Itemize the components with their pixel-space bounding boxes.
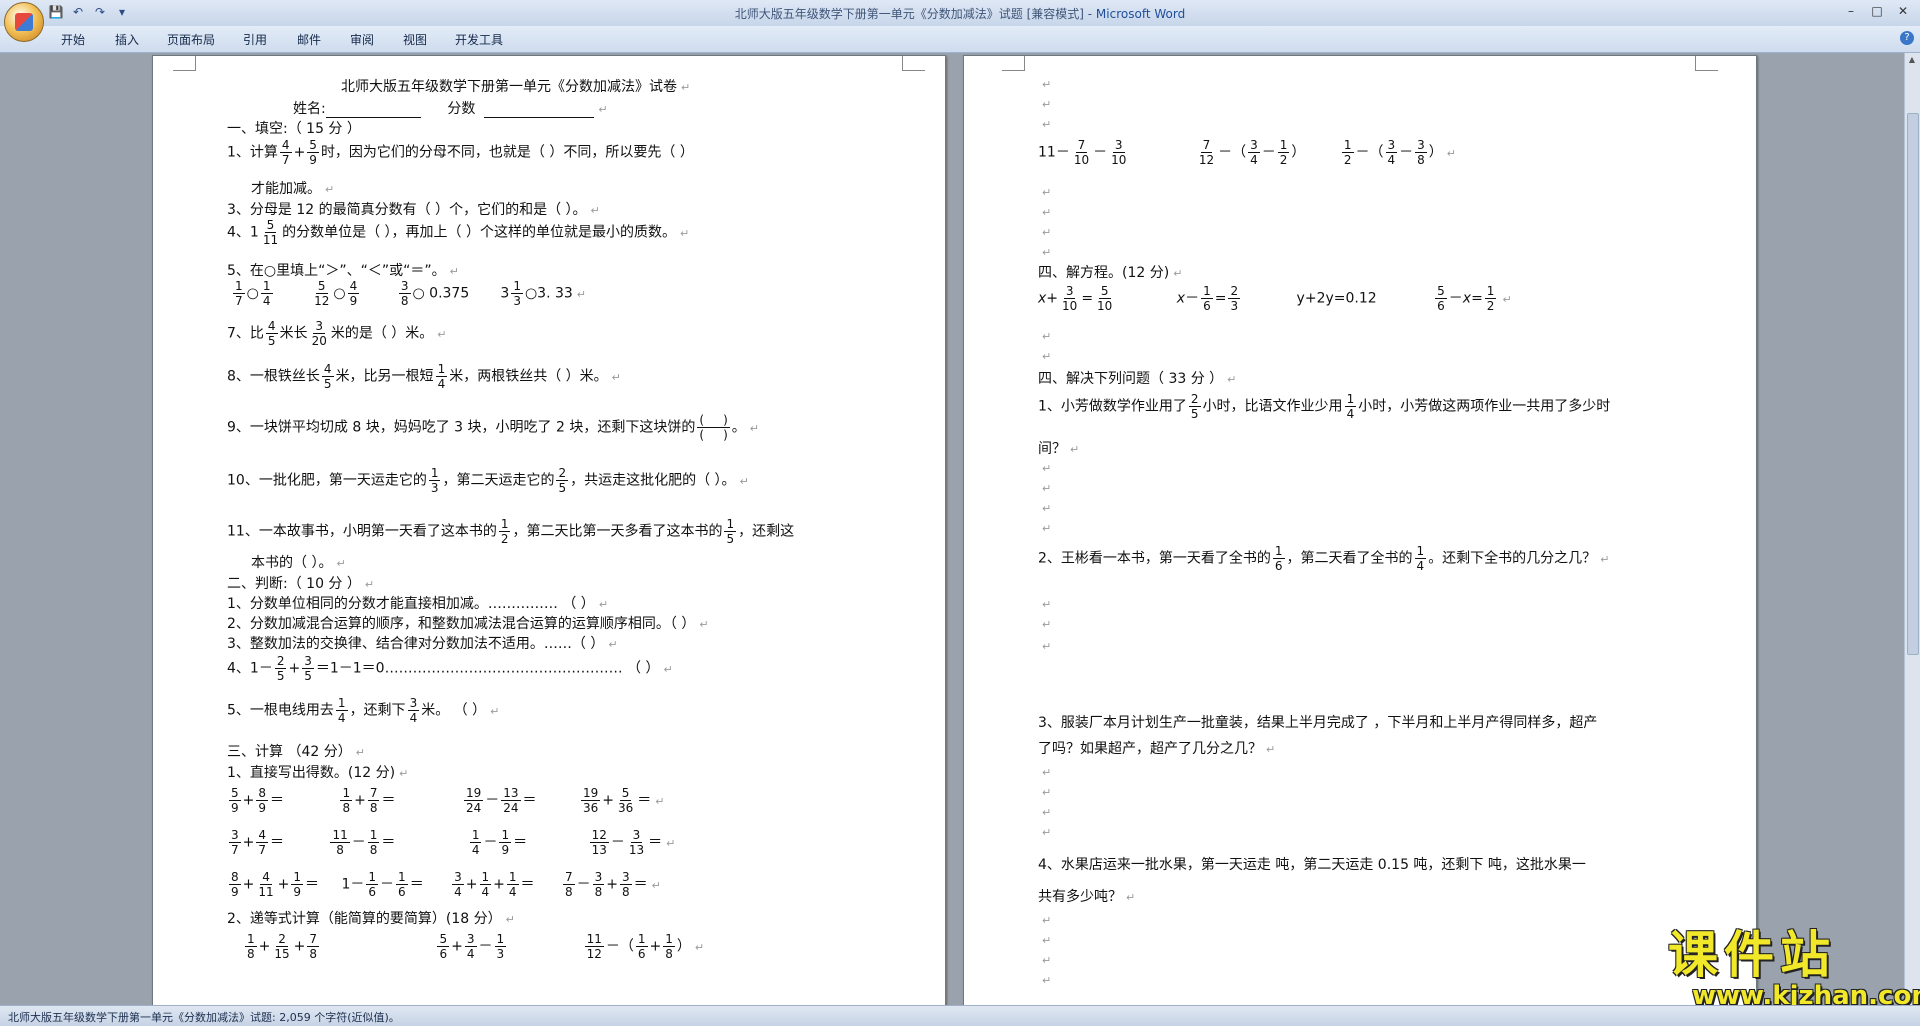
section-2-heading: 二、判断:（ 10 分 ） ↵ bbox=[227, 576, 375, 592]
margin-corner bbox=[902, 56, 925, 71]
scrollbar-thumb[interactable] bbox=[1907, 113, 1919, 655]
empty-paragraph: ↵ bbox=[1042, 766, 1052, 779]
calc-2-row: 1 8 +2 15 +7 8 5 6 +3 4 － 1 3 11 12 －（ 1 6 +1 8） ↵ bbox=[245, 932, 705, 961]
word-problem-4: 4、水果店运来一批水果，第一天运走 吨，第二天运走 0.15 吨，还剩下 吨，这… bbox=[1038, 857, 1586, 873]
empty-paragraph: ↵ bbox=[1042, 98, 1052, 111]
ribbon-tabs: 开始 插入 页面布局 引用 邮件 审阅 视图 开发工具 ? bbox=[0, 26, 1920, 53]
word-problem-3: 3、服装厂本月计划生产一批童装，结果上半月完成了 ，下半月和上半月产得同样多，超… bbox=[1038, 715, 1598, 731]
question-10: 10、一批化肥，第一天运走它的 1 3 ，第二天运走它的 2 5 ，共运走这批化肥的（ ）。… bbox=[227, 466, 749, 495]
empty-paragraph: ↵ bbox=[1042, 786, 1052, 799]
app-name: Microsoft Word bbox=[1095, 7, 1186, 21]
empty-paragraph: ↵ bbox=[1042, 522, 1052, 535]
office-logo-icon bbox=[15, 13, 33, 31]
empty-paragraph: ↵ bbox=[1042, 502, 1052, 515]
margin-corner bbox=[173, 56, 196, 71]
word-problem-1: 1、小芳做数学作业用了 2 5 小时，比语文作业少用 1 4 小时，小芳做这两项作业一共用了… bbox=[1038, 392, 1611, 421]
scroll-up-icon[interactable]: ▲ bbox=[1907, 55, 1917, 67]
question-5-items: 1 7 ○ 1 4 5 12 ○ 4 9 3 8 ○ 0.375 3 1 3 ○3. 33 ↵ bbox=[233, 279, 587, 308]
margin-corner bbox=[1002, 56, 1025, 71]
empty-paragraph: ↵ bbox=[1042, 462, 1052, 475]
calc-row-3: 8 9 +4 11 +1 9 ＝ 1－ 1 6 － 1 6 ＝ 3 4 +1 4 +1 4 ＝ 7 8 － 3 8 +3 8 ＝ ↵ bbox=[229, 870, 661, 899]
tab-mailings[interactable]: 邮件 bbox=[297, 31, 321, 48]
empty-paragraph: ↵ bbox=[1042, 78, 1052, 91]
judge-2: 2、分数加减混合运算的顺序，和整数加减法混合运算的运算顺序相同。（ ） ↵ bbox=[227, 616, 709, 632]
empty-paragraph: ↵ bbox=[1042, 226, 1052, 239]
window-title: 北师大版五年级数学下册第一单元《分数加减法》试题 [兼容模式] - Micros… bbox=[0, 5, 1920, 22]
empty-paragraph: ↵ bbox=[1042, 206, 1052, 219]
equations-row: x+ 3 10 = 5 10 x－ 1 6 = 2 3 y+2y=0.12 5 6 －x= 1 2 ↵ bbox=[1038, 284, 1512, 313]
window-controls: – □ ✕ bbox=[1840, 2, 1914, 20]
question-3: 3、分母是 12 的最简真分数有（ ）个，它们的和是（ ）。 ↵ bbox=[227, 202, 600, 218]
calc-row-1: 5 9 +8 9 ＝ 1 8 +7 8 ＝ 19 24 － 13 24 ＝ 19 36 +5 36 ＝ ↵ bbox=[229, 786, 665, 815]
question-8: 8、一根铁丝长 4 5 米，比另一根短 1 4 米，两根铁丝共（ ）米。 ↵ bbox=[227, 362, 621, 391]
empty-paragraph: ↵ bbox=[1042, 246, 1052, 259]
section-4b-heading: 四、解决下列问题（ 33 分 ） ↵ bbox=[1038, 371, 1237, 387]
word-problem-1-cont: 间？ ↵ bbox=[1038, 441, 1080, 457]
empty-paragraph: ↵ bbox=[1042, 914, 1052, 927]
question-7: 7、比 4 5 米长 3 20 米的是（ ）米。 ↵ bbox=[227, 319, 447, 348]
tab-home[interactable]: 开始 bbox=[61, 31, 85, 48]
exam-title: 北师大版五年级数学下册第一单元《分数加减法》试卷 ↵ bbox=[341, 79, 691, 95]
empty-paragraph: ↵ bbox=[1042, 330, 1052, 343]
section-3-heading: 三、计算 （42 分） ↵ bbox=[227, 744, 365, 760]
tab-view[interactable]: 视图 bbox=[403, 31, 427, 48]
page-2: ↵ ↵ ↵ 11－ 7 10 － 3 10 7 12 －（ 3 4 － 1 2） 1 2 －（ 3 4 － 3 8） ↵… bbox=[963, 55, 1757, 1007]
word-problem-4-cont: 共有多少吨？ ↵ bbox=[1038, 889, 1136, 905]
empty-paragraph: ↵ bbox=[1042, 118, 1052, 131]
page-1: 北师大版五年级数学下册第一单元《分数加减法》试卷 ↵ 姓名: 分数 ↵ 一、填空:… bbox=[152, 55, 946, 1007]
judge-3: 3、整数加法的交换律、结合律对分数加法不适用。……（ ） ↵ bbox=[227, 636, 618, 652]
kjzhan-watermark-logo: 课件站 www.kjzhan.com bbox=[1668, 928, 1920, 1010]
watermark-brand: 课件站 bbox=[1668, 926, 1836, 984]
question-9: 9、一块饼平均切成 8 块，妈妈吃了 3 块，小明吃了 2 块，还剩下这块饼的(… bbox=[227, 413, 759, 442]
empty-paragraph: ↵ bbox=[1042, 826, 1052, 839]
close-icon[interactable]: ✕ bbox=[1892, 2, 1914, 20]
empty-paragraph: ↵ bbox=[1042, 598, 1052, 611]
question-1: 1、计算 4 7 +5 9 时，因为它们的分母不同，也就是（ ）不同，所以要先（ ） bbox=[227, 138, 694, 167]
office-button[interactable] bbox=[4, 2, 44, 42]
status-text: 北师大版五年级数学下册第一单元《分数加减法》试题: 2,059 个字符(近似值)… bbox=[8, 1011, 400, 1024]
tab-developer[interactable]: 开发工具 bbox=[455, 31, 503, 48]
minimize-icon[interactable]: – bbox=[1840, 2, 1862, 20]
calc-row-2: 3 7 +4 7 ＝ 11 8 － 1 8 ＝ 1 4 － 1 9 ＝ 12 13 － 3 13 ＝ ↵ bbox=[229, 828, 676, 857]
empty-paragraph: ↵ bbox=[1042, 640, 1052, 653]
question-1-cont: 才能加减。 ↵ bbox=[251, 181, 335, 197]
word-problem-2: 2、王彬看一本书，第一天看了全书的 1 6 ，第二天看了全书的 1 4 。还剩下全书的几分之… bbox=[1038, 544, 1610, 573]
empty-paragraph: ↵ bbox=[1042, 974, 1052, 987]
empty-paragraph: ↵ bbox=[1042, 350, 1052, 363]
empty-paragraph: ↵ bbox=[1042, 618, 1052, 631]
empty-paragraph: ↵ bbox=[1042, 954, 1052, 967]
judge-4: 4、1－ 2 5 +3 5 ＝1－1＝0…………………………………………… （ ） ↵ bbox=[227, 654, 673, 683]
maximize-icon[interactable]: □ bbox=[1866, 2, 1888, 20]
tab-references[interactable]: 引用 bbox=[243, 31, 267, 48]
section-1-heading: 一、填空:（ 15 分 ） bbox=[227, 121, 361, 137]
empty-paragraph: ↵ bbox=[1042, 482, 1052, 495]
margin-corner bbox=[1695, 56, 1718, 71]
tab-insert[interactable]: 插入 bbox=[115, 31, 139, 48]
calc-2-heading: 2、递等式计算（能简算的要简算）(18 分） ↵ bbox=[227, 911, 515, 927]
tab-review[interactable]: 审阅 bbox=[350, 31, 374, 48]
calc-1-heading: 1、直接写出得数。(12 分) ↵ bbox=[227, 765, 409, 781]
calc-row-11: 11－ 7 10 － 3 10 7 12 －（ 3 4 － 1 2） 1 2 －（ 3 4 － 3 8） ↵ bbox=[1038, 138, 1456, 167]
tab-page-layout[interactable]: 页面布局 bbox=[167, 31, 215, 48]
empty-paragraph: ↵ bbox=[1042, 186, 1052, 199]
judge-5: 5、一根电线用去 1 4 ，还剩下 3 4 米。 （ ） ↵ bbox=[227, 696, 500, 725]
document-title: 北师大版五年级数学下册第一单元《分数加减法》试题 [兼容模式] - bbox=[734, 7, 1096, 21]
section-4-heading: 四、解方程。(12 分) ↵ bbox=[1038, 265, 1183, 281]
name-score-line: 姓名: 分数 ↵ bbox=[293, 101, 608, 118]
word-problem-3-cont: 了吗？如果超产，超产了几分之几？ ↵ bbox=[1038, 741, 1276, 757]
empty-paragraph: ↵ bbox=[1042, 934, 1052, 947]
help-icon[interactable]: ? bbox=[1900, 31, 1914, 45]
question-11-cont: 本书的（ ）。 ↵ bbox=[251, 555, 346, 571]
empty-paragraph: ↵ bbox=[1042, 806, 1052, 819]
vertical-scrollbar[interactable]: ▲ ▼ bbox=[1904, 53, 1920, 1005]
question-11: 11、一本故事书，小明第一天看了这本书的 1 2 ，第二天比第一天多看了这本书的 1 5，… bbox=[227, 517, 795, 546]
title-bar: 💾 ↶ ↷ ▾ 北师大版五年级数学下册第一单元《分数加减法》试题 [兼容模式] … bbox=[0, 0, 1920, 27]
question-4: 4、1 5 11 的分数单位是（ ），再加上（ ）个这样的单位就是最小的质数。 ↵ bbox=[227, 218, 690, 247]
status-bar: 北师大版五年级数学下册第一单元《分数加减法》试题: 2,059 个字符(近似值)… bbox=[0, 1005, 1920, 1026]
judge-1: 1、分数单位相同的分数才能直接相加减。…………… （ ） ↵ bbox=[227, 596, 609, 612]
question-5: 5、在○里填上“＞”、“＜”或“＝”。 ↵ bbox=[227, 263, 459, 279]
